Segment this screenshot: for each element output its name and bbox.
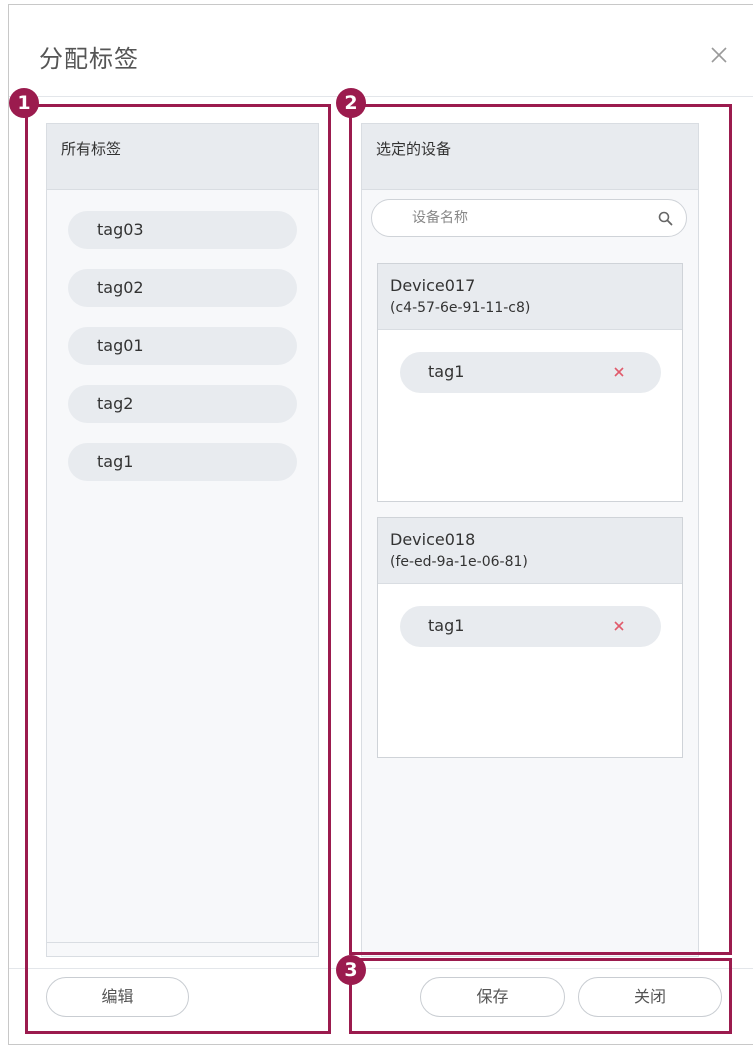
annotation-badge-1: 1 bbox=[9, 88, 39, 118]
annotation-box-3 bbox=[349, 958, 732, 1034]
close-icon bbox=[711, 47, 727, 63]
annotation-badge-2: 2 bbox=[336, 88, 366, 118]
dialog-header: 分配标签 bbox=[9, 5, 753, 97]
annotation-box-2 bbox=[349, 104, 732, 955]
close-dialog-button[interactable] bbox=[705, 41, 733, 69]
annotation-box-1 bbox=[25, 104, 331, 1034]
annotation-badge-3: 3 bbox=[336, 955, 366, 985]
dialog-title: 分配标签 bbox=[39, 45, 139, 73]
